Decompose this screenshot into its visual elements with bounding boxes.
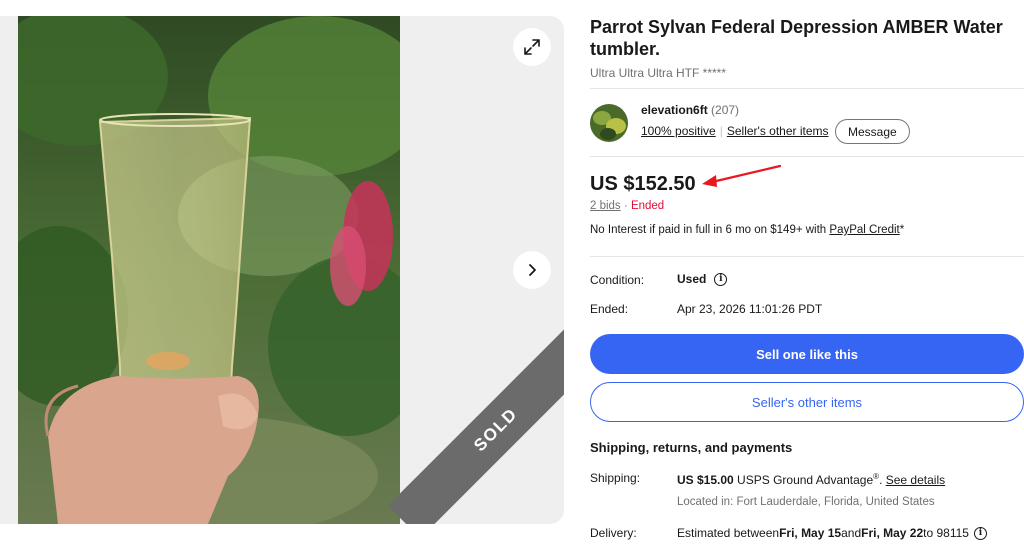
seller-avatar[interactable] (590, 104, 628, 142)
auction-status: Ended (630, 200, 665, 212)
seller-links: 100% positive | Seller's other items (641, 124, 829, 138)
delivery-to: Fri, May 22 (861, 526, 924, 540)
delivery-info-icon[interactable]: i (973, 526, 987, 540)
sold-label: SOLD (470, 404, 522, 456)
image-gallery: SOLD (0, 16, 564, 524)
seller-other-items-link[interactable]: Seller's other items (727, 124, 829, 138)
seller-name[interactable]: elevation6ft (641, 103, 708, 117)
expand-icon (524, 39, 540, 55)
delivery-zip: to 98115 (923, 526, 969, 540)
bids-link[interactable]: 2 bids (590, 200, 621, 212)
item-price: US $152.50 (590, 173, 696, 195)
credit-text: No Interest if paid in full in 6 mo on $… (590, 224, 830, 236)
expand-button[interactable] (513, 28, 551, 66)
item-location: Located in: Fort Lauderdale, Florida, Un… (677, 496, 935, 508)
paypal-credit-line: No Interest if paid in full in 6 mo on $… (590, 224, 904, 236)
delivery-value: Estimated between Fri, May 15 and Fri, M… (677, 526, 987, 540)
separator: | (719, 124, 723, 138)
condition-value-group: Used i (677, 272, 728, 286)
shipping-value: US $15.00 USPS Ground Advantage®. See de… (677, 472, 946, 487)
info-icon[interactable]: i (714, 272, 728, 286)
delivery-and: and (841, 526, 862, 540)
item-title: Parrot Sylvan Federal Depression AMBER W… (590, 17, 1003, 59)
ended-value: Apr 23, 2026 11:01:26 PDT (677, 302, 823, 316)
chevron-right-icon (529, 264, 536, 276)
seller-name-line: elevation6ft (207) (641, 103, 739, 117)
sold-ribbon: SOLD (387, 321, 564, 524)
sellers-other-items-button[interactable]: Seller's other items (590, 382, 1024, 422)
message-button[interactable]: Message (835, 119, 910, 144)
separator-dot: · (623, 200, 628, 212)
seller-avatar-image (590, 104, 628, 142)
red-annotation-arrow-icon (702, 164, 782, 187)
shipping-service: USPS Ground Advantage (733, 473, 874, 487)
shipping-price: US $15.00 (677, 473, 734, 487)
divider (590, 88, 1024, 89)
bids-status-line: 2 bids · Ended (590, 200, 664, 212)
condition-value: Used (677, 272, 707, 286)
item-subtitle: Ultra Ultra Ultra HTF ***** (590, 66, 727, 80)
divider (590, 156, 1024, 157)
delivery-from: Fri, May 15 (779, 526, 842, 540)
see-details-link[interactable]: See details (886, 473, 945, 487)
item-photo-image (18, 16, 400, 524)
paypal-credit-link[interactable]: PayPal Credit (829, 224, 899, 236)
shipping-label: Shipping: (590, 471, 641, 485)
ended-label: Ended: (590, 302, 629, 316)
shipping-section-heading: Shipping, returns, and payments (590, 440, 793, 455)
item-photo[interactable] (18, 16, 400, 524)
seller-feedback-count: (207) (711, 103, 740, 117)
delivery-label: Delivery: (590, 526, 637, 540)
divider (590, 256, 1024, 257)
condition-label: Condition: (590, 273, 645, 287)
next-image-button[interactable] (513, 251, 551, 289)
seller-positive-link[interactable]: 100% positive (641, 124, 716, 138)
credit-asterisk: * (899, 224, 905, 236)
sell-one-like-this-button[interactable]: Sell one like this (590, 334, 1024, 374)
delivery-prefix: Estimated between (677, 526, 780, 540)
